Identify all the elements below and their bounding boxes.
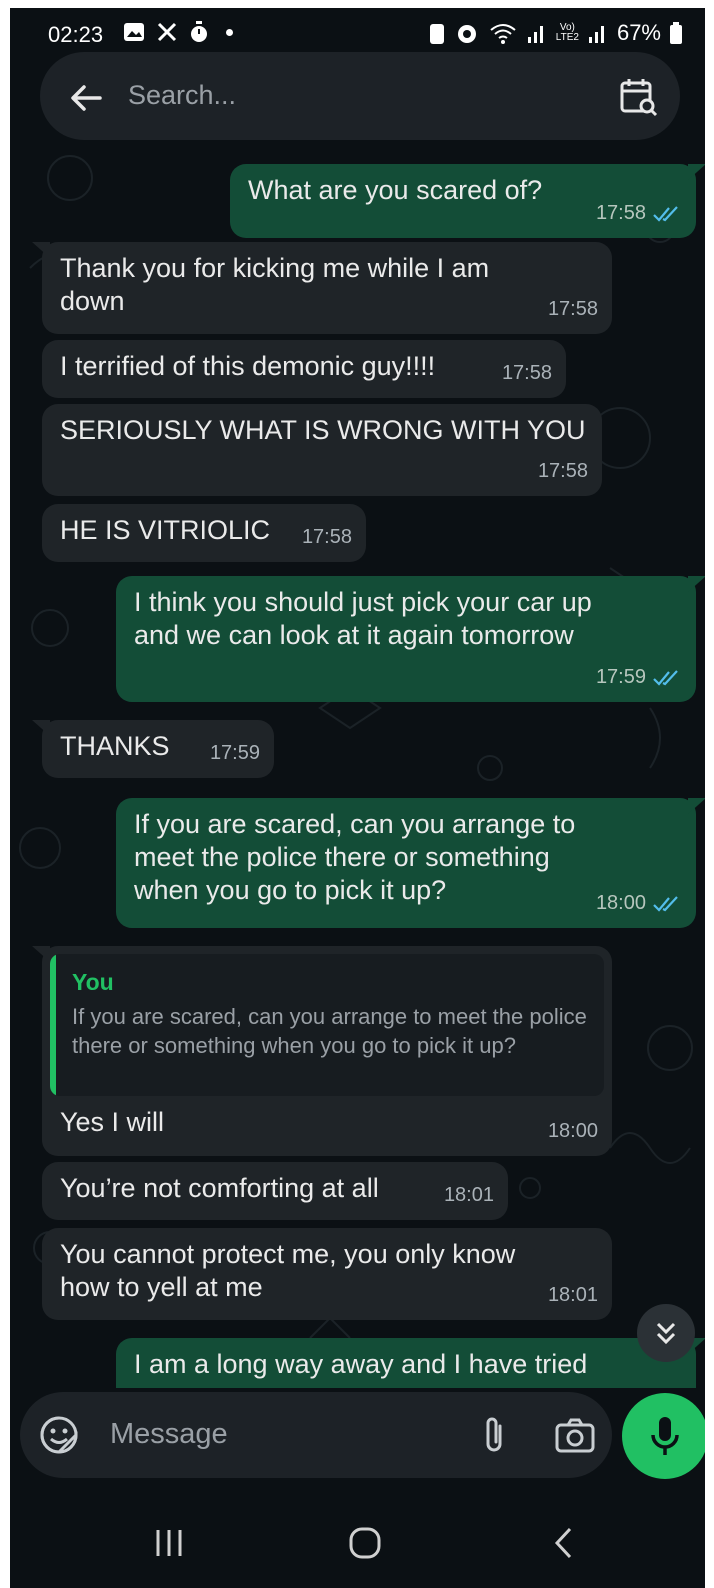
message-timestamp: 18:00	[596, 887, 682, 920]
search-bar[interactable]: Search...	[40, 52, 680, 140]
message-input[interactable]: Message	[110, 1418, 228, 1451]
message-time: 17:59	[209, 742, 260, 764]
message-timestamp: 18:00	[548, 1115, 598, 1148]
incoming-message[interactable]: I terrified of this demonic guy!!!! 17:58	[42, 340, 566, 398]
read-ticks-icon	[653, 895, 678, 912]
message-time: 17:59	[595, 666, 646, 688]
wifi-icon	[490, 24, 516, 44]
message-composer[interactable]: Message	[20, 1392, 612, 1478]
message-text: Thank you for kicking me while I am down	[60, 253, 490, 316]
message-text: THANKS	[60, 731, 170, 761]
bubble-tail	[688, 164, 705, 180]
message-text: I think you should just pick your car up…	[134, 587, 592, 650]
alarm-icon	[457, 25, 476, 43]
message-text: I am a long way away and I have tried	[134, 1349, 588, 1379]
scroll-down-button[interactable]	[637, 1304, 695, 1362]
message-time: 18:00	[595, 892, 646, 914]
message-timestamp: 17:59	[210, 737, 260, 770]
camera-icon[interactable]	[554, 1416, 596, 1454]
notification-icons	[122, 20, 233, 44]
search-input[interactable]: Search...	[128, 80, 236, 111]
bubble-tail	[32, 242, 50, 258]
signal-icon	[527, 26, 543, 43]
signal-icon-2	[588, 26, 604, 43]
x-logo-icon	[157, 22, 177, 42]
message-timestamp: 18:01	[548, 1279, 598, 1312]
system-icons: Vo) LTE2 67%	[428, 20, 683, 46]
outgoing-message[interactable]: I am a long way away and I have tried	[116, 1338, 696, 1388]
battery-icon	[670, 22, 682, 44]
incoming-message[interactable]: THANKS 17:59	[42, 720, 274, 778]
message-time: 18:00	[547, 1120, 598, 1142]
message-text: HE IS VITRIOLIC	[60, 515, 271, 545]
message-timestamp: 17:58	[302, 521, 352, 554]
nav-home-icon[interactable]	[340, 1518, 390, 1568]
message-time: 17:58	[547, 298, 598, 320]
nav-recent-icon[interactable]	[144, 1518, 194, 1568]
outgoing-message[interactable]: I think you should just pick your car up…	[116, 576, 696, 702]
message-time: 18:01	[443, 1184, 494, 1206]
read-ticks-icon	[653, 205, 678, 222]
quote-accent-bar	[50, 954, 56, 1096]
mic-icon	[651, 1417, 679, 1455]
message-timestamp: 17:58	[596, 197, 682, 230]
incoming-message[interactable]: You cannot protect me, you only know how…	[42, 1228, 612, 1320]
outgoing-message[interactable]: What are you scared of? 17:58	[230, 164, 696, 238]
timer-icon	[191, 21, 207, 42]
message-time: 17:58	[301, 526, 352, 548]
message-time: 18:01	[547, 1284, 598, 1306]
status-bar: 02:23 Vo) LTE2 67%	[10, 8, 705, 58]
gallery-icon	[124, 23, 144, 41]
android-nav-bar	[10, 1498, 705, 1588]
incoming-message[interactable]: SERIOUSLY WHAT IS WRONG WITH YOU 17:58	[42, 404, 602, 496]
nav-back-icon[interactable]	[540, 1518, 590, 1568]
calendar-search-icon[interactable]	[618, 76, 660, 118]
message-timestamp: 17:58	[538, 455, 588, 488]
incoming-message[interactable]: You’re not comforting at all 18:01	[42, 1162, 508, 1220]
message-text: If you are scared, can you arrange to me…	[134, 809, 576, 905]
bubble-tail	[688, 798, 705, 814]
volte-icon: Vo) LTE2	[555, 22, 579, 43]
scroll-down-icon	[656, 1322, 676, 1345]
incoming-message[interactable]: Thank you for kicking me while I am down…	[42, 242, 612, 334]
back-arrow-icon[interactable]	[66, 78, 106, 118]
message-time: 17:58	[595, 202, 646, 224]
message-text: You’re not comforting at all	[60, 1173, 379, 1203]
outgoing-message[interactable]: If you are scared, can you arrange to me…	[116, 798, 696, 928]
quote-author: You	[72, 969, 114, 995]
message-text: SERIOUSLY WHAT IS WRONG WITH YOU	[60, 415, 586, 445]
status-time: 02:23	[48, 22, 104, 47]
mic-button[interactable]	[622, 1393, 705, 1479]
phone-screen: 02:23 Vo) LTE2 67% Search... What are you…	[10, 8, 705, 1588]
emoji-sticker-icon[interactable]	[38, 1414, 80, 1456]
quoted-reply[interactable]: You If you are scared, can you arrange to…	[50, 954, 604, 1096]
message-time: 17:58	[501, 362, 552, 384]
message-time: 17:58	[537, 460, 588, 482]
chat-area[interactable]: What are you scared of? 17:58 Thank you fo…	[10, 148, 705, 1388]
message-timestamp: 17:58	[502, 357, 552, 390]
message-timestamp: 18:01	[444, 1179, 494, 1212]
incoming-message[interactable]: HE IS VITRIOLIC 17:58	[42, 504, 366, 562]
bubble-tail	[32, 720, 50, 736]
dot-icon	[226, 28, 233, 36]
message-text: You cannot protect me, you only know how…	[60, 1239, 516, 1302]
message-text: Yes I will	[60, 1107, 165, 1137]
read-ticks-icon	[653, 669, 678, 686]
message-text: What are you scared of?	[248, 175, 543, 205]
bubble-tail	[32, 946, 50, 962]
battery-saver-icon	[429, 24, 444, 44]
message-timestamp: 17:59	[596, 661, 682, 694]
battery-percent: 67%	[616, 20, 661, 45]
message-text: I terrified of this demonic guy!!!!	[60, 351, 436, 381]
quote-text: If you are scared, can you arrange to me…	[72, 1004, 587, 1058]
incoming-message[interactable]: You If you are scared, can you arrange to…	[42, 946, 612, 1156]
attach-icon[interactable]	[476, 1414, 512, 1456]
message-timestamp: 17:58	[548, 293, 598, 326]
bubble-tail	[688, 576, 705, 592]
